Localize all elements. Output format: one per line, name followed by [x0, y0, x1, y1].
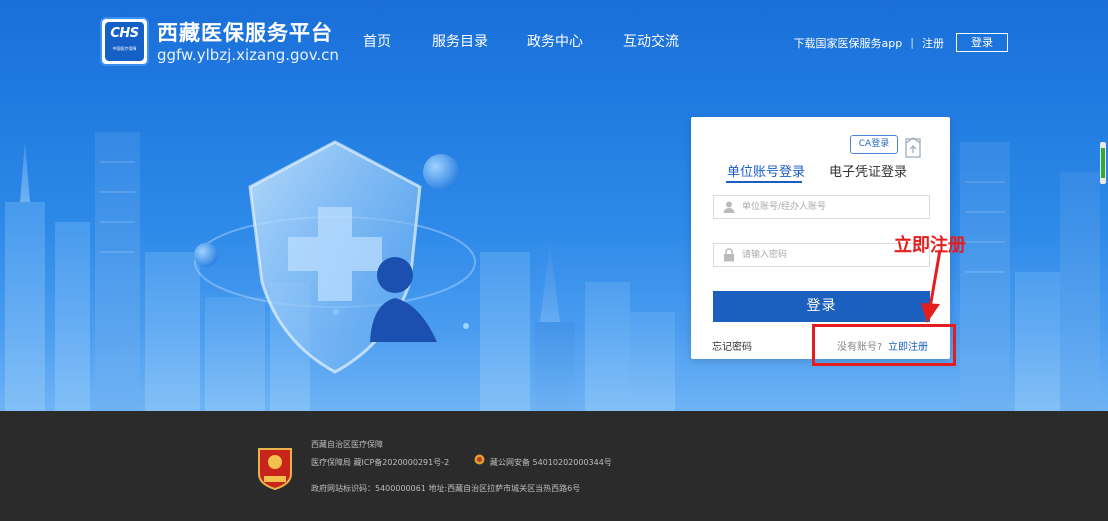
user-icon [723, 201, 735, 213]
footer-police-record[interactable]: 藏公网安备 54010202000344号 [490, 457, 612, 468]
lock-icon [724, 248, 734, 262]
tab-e-certificate-login[interactable]: 电子凭证登录 [829, 161, 907, 180]
police-badge-icon [474, 454, 485, 465]
active-tab-underline [726, 181, 802, 183]
header-login-button[interactable]: 登录 [956, 33, 1008, 52]
site-url: ggfw.ylbzj.xizang.gov.cn [157, 46, 339, 64]
site-title: 西藏医保服务平台 [157, 21, 333, 45]
party-government-emblem-icon[interactable] [256, 446, 294, 490]
login-button[interactable]: 登录 [713, 291, 930, 322]
top-links: 下载国家医保服务app | 注册 登录 [794, 33, 1008, 52]
account-input[interactable] [742, 198, 922, 216]
account-field[interactable] [713, 195, 930, 219]
ca-certificate-icon[interactable] [902, 135, 924, 161]
register-link[interactable]: 注册 [922, 35, 944, 51]
link-separator: | [910, 36, 914, 49]
forgot-password-link[interactable]: 忘记密码 [712, 338, 752, 353]
annotation-highlight-box [812, 324, 956, 366]
footer-site-info: 政府网站标识码：5400000061 地址:西藏自治区拉萨市城关区当热西路6号 [311, 484, 581, 493]
download-app-link[interactable]: 下载国家医保服务app [794, 35, 903, 51]
footer-icp[interactable]: 医疗保障局 藏ICP备2020000291号-2 [311, 457, 449, 468]
logo-subtext: 中国医疗保障 [112, 46, 137, 51]
site-footer: 西藏自治区医疗保障 医疗保障局 藏ICP备2020000291号-2 藏公网安备… [0, 411, 1108, 521]
chs-logo[interactable]: CHS 中国医疗保障 [100, 17, 149, 66]
nav-home[interactable]: 首页 [363, 31, 391, 51]
footer-org: 西藏自治区医疗保障 [311, 440, 383, 449]
annotation-arrow-icon [921, 249, 942, 323]
nav-interaction[interactable]: 互动交流 [623, 31, 679, 51]
logo-inner: CHS 中国医疗保障 [105, 22, 144, 61]
tab-unit-account-login[interactable]: 单位账号登录 [727, 161, 805, 180]
logo-text: CHS [110, 26, 139, 41]
scroll-indicator[interactable] [1100, 142, 1106, 184]
site-header: CHS 中国医疗保障 西藏医保服务平台 ggfw.ylbzj.xizang.go… [0, 0, 1108, 82]
nav-service-catalog[interactable]: 服务目录 [432, 31, 488, 51]
nav-government-center[interactable]: 政务中心 [527, 31, 583, 51]
ca-login-button[interactable]: CA登录 [850, 135, 898, 154]
